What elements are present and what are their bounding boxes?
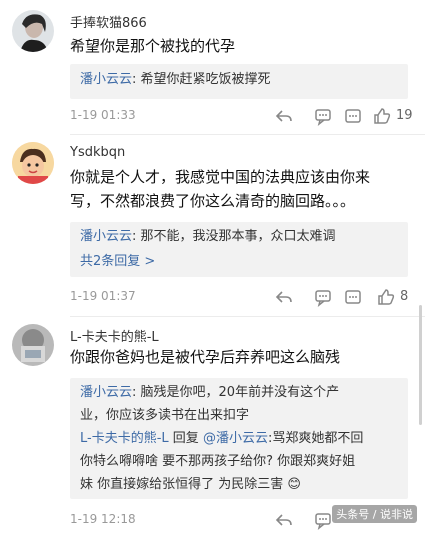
avatar[interactable] — [12, 10, 54, 52]
comment-time: 1-19 12:18 — [70, 512, 136, 526]
watermark: 头条号 / 说非说 — [332, 505, 417, 523]
comment-username[interactable]: 手捧软猫866 — [70, 12, 147, 31]
reply-content: 骂郑爽她都不回 — [272, 431, 364, 446]
avatar[interactable] — [12, 142, 54, 184]
comment-text: 希望你是那个被找的代孕 — [70, 37, 236, 55]
comment-text-line: 你就是个人才，我感觉中国的法典应该由你来 — [70, 168, 371, 186]
like-count: 19 — [396, 108, 413, 123]
comment-meta: 1-19 01:37 8 — [70, 287, 415, 307]
reply-content-cont: 业，你应该多读书在出来扣字 — [80, 408, 250, 423]
reply-box[interactable]: 潘小云云: 希望你赶紧吃饭被撑死 — [70, 64, 408, 99]
reply-username[interactable]: 潘小云云 — [80, 385, 132, 400]
comment-text: 你跟你爸妈也是被代孕后弃养吧这么脑残 — [70, 348, 341, 366]
more-icon[interactable] — [343, 287, 363, 307]
reply-item: 潘小云云: 那不能，我没那本事，众口太难调 — [80, 229, 336, 244]
divider — [70, 316, 425, 317]
chat-icon[interactable] — [313, 287, 333, 307]
comment-time: 1-19 01:33 — [70, 108, 136, 122]
chat-icon[interactable] — [313, 106, 333, 126]
reply-word: 回复 — [172, 431, 199, 446]
reply-username[interactable]: L-卡夫卡的熊-L — [80, 431, 169, 446]
reply-item: 潘小云云: 脑残是你吧，20年前并没有这个产 — [80, 385, 340, 400]
thumbs-up-icon[interactable] — [376, 287, 396, 307]
comment-username[interactable]: Ysdkbqn — [70, 145, 125, 160]
reply-content: 希望你赶紧吃饭被撑死 — [140, 72, 271, 87]
comment-text: 你就是个人才，我感觉中国的法典应该由你来 写，不然都浪费了你这么清奇的脑回路。。… — [70, 165, 415, 213]
reply-item: 潘小云云: 希望你赶紧吃饭被撑死 — [80, 72, 271, 87]
more-icon[interactable] — [343, 106, 363, 126]
more-replies-link[interactable]: 共2条回复 > — [70, 248, 408, 273]
divider — [70, 134, 425, 135]
comment-time: 1-19 01:37 — [70, 289, 136, 303]
reply-username[interactable]: 潘小云云 — [80, 229, 132, 244]
comment-username[interactable]: L-卡夫卡的熊-L — [70, 326, 159, 345]
comment-text-line: 写，不然都浪费了你这么清奇的脑回路。。。 — [70, 192, 356, 210]
reply-box[interactable]: 潘小云云: 脑残是你吧，20年前并没有这个产 业，你应该多读书在出来扣字 L-卡… — [70, 378, 408, 499]
reply-icon[interactable] — [274, 287, 294, 307]
avatar[interactable] — [12, 324, 54, 366]
reply-content: 那不能，我没那本事，众口太难调 — [140, 229, 336, 244]
reply-item: L-卡夫卡的熊-L 回复 @潘小云云:骂郑爽她都不回 — [80, 431, 364, 446]
reply-icon[interactable] — [274, 106, 294, 126]
scrollbar[interactable] — [419, 305, 422, 425]
thumbs-up-icon[interactable] — [372, 106, 392, 126]
reply-username[interactable]: 潘小云云 — [80, 72, 132, 87]
reply-content-cont: 妹 你直接嫁给张恒得了 为民除三害 😊 — [80, 477, 301, 492]
chat-icon[interactable] — [313, 510, 333, 530]
reply-content: 脑残是你吧，20年前并没有这个产 — [140, 385, 340, 400]
like-count: 8 — [400, 289, 409, 304]
comment-meta: 1-19 01:33 19 — [70, 106, 415, 126]
reply-target[interactable]: @潘小云云 — [203, 431, 268, 446]
reply-content-cont: 你特么嘚嘚啥 要不那两孩子给你? 你跟郑爽好姐 — [80, 454, 356, 469]
reply-box[interactable]: 潘小云云: 那不能，我没那本事，众口太难调 共2条回复 > — [70, 222, 408, 277]
reply-icon[interactable] — [274, 510, 294, 530]
